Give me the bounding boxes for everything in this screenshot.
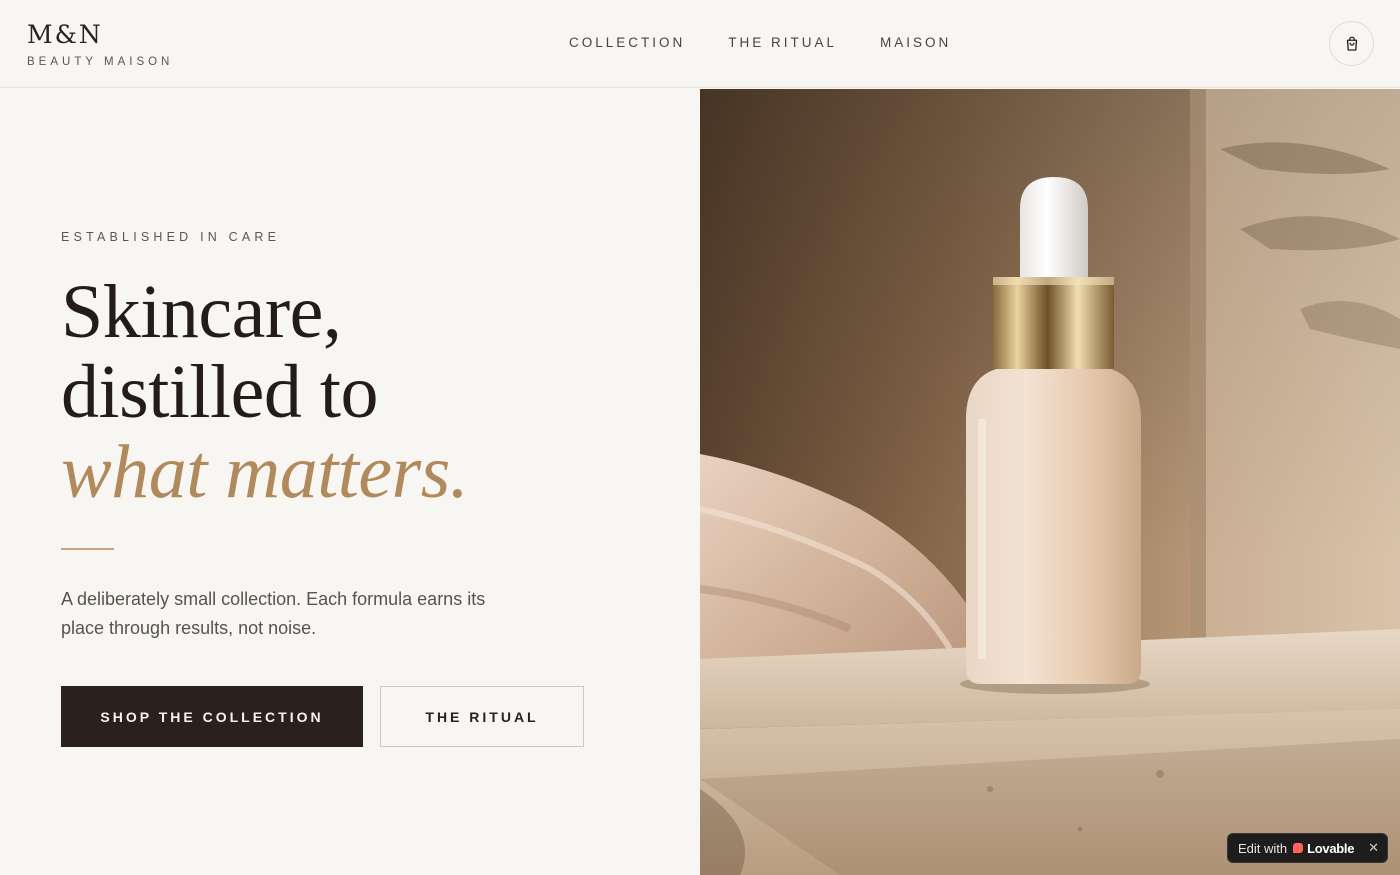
close-icon[interactable]: ✕: [1368, 840, 1379, 856]
badge-brand: Lovable: [1307, 840, 1355, 856]
nav-item-maison[interactable]: MAISON: [880, 35, 951, 50]
brand-mark: M&N: [27, 20, 103, 49]
main-nav: COLLECTION THE RITUAL MAISON: [569, 35, 994, 50]
headline-line-2: distilled to: [61, 350, 379, 434]
nav-item-the-ritual[interactable]: THE RITUAL: [728, 35, 837, 50]
edit-with-lovable-badge[interactable]: Edit with Lovable ✕: [1227, 833, 1388, 863]
hero-headline: Skincare, distilled to what matters.: [61, 270, 469, 514]
hero-eyebrow: ESTABLISHED IN CARE: [61, 230, 281, 244]
gold-divider: [61, 548, 114, 550]
shop-collection-button[interactable]: SHOP THE COLLECTION: [61, 686, 363, 747]
serum-bottle-illustration: [700, 89, 1400, 875]
headline-line-1: Skincare,: [61, 270, 342, 354]
headline-accent: what matters.: [61, 430, 469, 514]
brand-logo[interactable]: M&N BEAUTY MAISON: [27, 20, 173, 68]
badge-prefix: Edit with: [1238, 840, 1288, 856]
cart-button[interactable]: [1329, 21, 1374, 66]
brand-subtitle: BEAUTY MAISON: [27, 56, 174, 68]
hero-lead-text: A deliberately small collection. Each fo…: [61, 589, 486, 638]
shopping-bag-icon: [1346, 36, 1357, 51]
site-header: M&N BEAUTY MAISON COLLECTION THE RITUAL …: [0, 0, 1400, 88]
hero-product-image: [700, 89, 1400, 875]
nav-item-collection[interactable]: COLLECTION: [569, 35, 685, 50]
the-ritual-button[interactable]: THE RITUAL: [380, 686, 584, 747]
lovable-heart-icon: [1293, 843, 1304, 853]
